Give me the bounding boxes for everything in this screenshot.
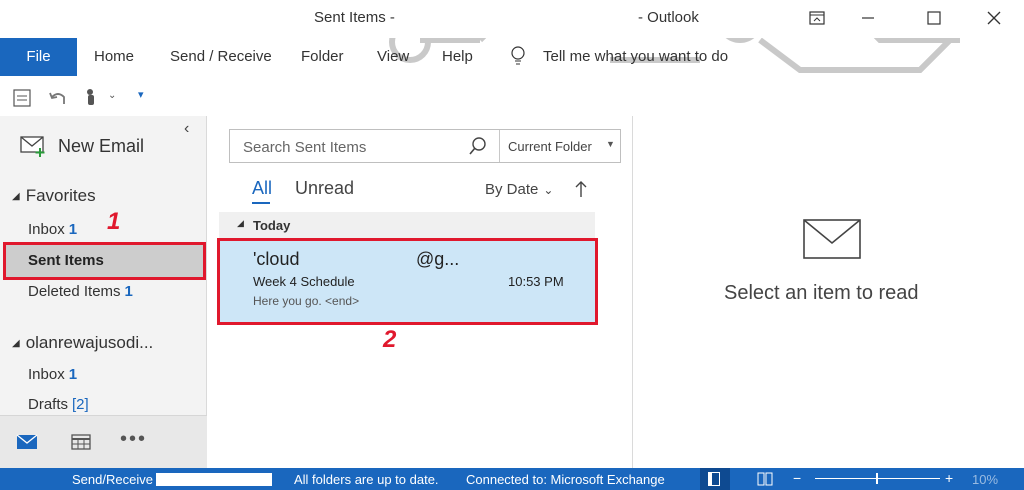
send-receive-all-icon[interactable] <box>12 88 32 108</box>
search-divider <box>499 130 500 162</box>
normal-view-button[interactable] <box>700 468 730 490</box>
send-receive-progress <box>156 473 272 486</box>
account-label: olanrewajusodi... <box>25 333 154 352</box>
status-bar: Send/Receive All folders are up to date.… <box>0 468 1024 490</box>
deleted-items-label: Deleted Items <box>28 283 121 300</box>
collapse-pane-icon[interactable]: ‹ <box>184 120 189 138</box>
sidebar-item-deleted-items[interactable]: Deleted Items 1 <box>0 278 207 306</box>
send-receive-status: Send/Receive <box>72 472 153 487</box>
chevron-down-icon: ⌄ <box>543 182 554 197</box>
sort-dropdown[interactable]: By Date ⌄ <box>485 181 553 198</box>
chevron-down-icon[interactable]: ⌄ <box>108 90 116 101</box>
caret-down-icon: ◢ <box>12 337 20 349</box>
mail-icon[interactable] <box>16 434 38 450</box>
customize-qat-icon[interactable]: ▾ <box>138 88 144 101</box>
annotation-step-2: 2 <box>383 326 397 353</box>
ribbon-display-icon <box>809 11 825 25</box>
account-inbox-count: 1 <box>68 366 78 383</box>
zoom-level[interactable]: 10% <box>972 472 998 487</box>
reading-view-icon[interactable] <box>757 472 773 486</box>
account-header[interactable]: ◢ olanrewajusodi... <box>12 333 153 353</box>
caret-down-icon: ◢ <box>12 190 20 202</box>
inbox-count: 1 <box>68 221 78 238</box>
folder-sync-status: All folders are up to date. <box>294 472 439 487</box>
progress-fill <box>156 473 226 486</box>
window-title-app: - Outlook <box>638 9 699 26</box>
window-title-folder: Sent Items - <box>314 9 395 26</box>
tab-folder[interactable]: Folder <box>301 38 344 76</box>
module-switcher: ••• <box>0 415 207 468</box>
undo-icon[interactable] <box>48 89 68 107</box>
minimize-button[interactable] <box>846 4 890 32</box>
tab-help[interactable]: Help <box>442 38 473 76</box>
maximize-icon <box>927 11 941 25</box>
minimize-icon <box>862 17 874 19</box>
tab-file[interactable]: File <box>0 38 77 76</box>
dropdown-arrow-icon[interactable]: ▼ <box>606 139 615 149</box>
filter-unread-tab[interactable]: Unread <box>295 178 354 199</box>
title-bar: Sent Items - - Outlook <box>0 0 1024 38</box>
annotation-highlight-message <box>217 238 598 325</box>
zoom-in-icon[interactable]: + <box>945 470 953 486</box>
lightbulb-icon <box>511 46 525 65</box>
tab-view[interactable]: View <box>377 38 409 76</box>
touch-mode-icon[interactable] <box>82 87 100 109</box>
tell-me-text: Tell me what you want to do <box>543 47 729 65</box>
filter-all-tab[interactable]: All <box>252 178 272 204</box>
new-email-button[interactable]: New Email <box>20 134 144 158</box>
more-apps-icon[interactable]: ••• <box>120 428 147 451</box>
favorites-label: Favorites <box>25 186 96 205</box>
tell-me-box[interactable]: Tell me what you want to do <box>510 46 728 66</box>
group-today-label: Today <box>253 218 291 233</box>
sidebar-item-account-inbox[interactable]: Inbox 1 <box>0 361 207 389</box>
zoom-out-icon[interactable]: − <box>793 470 801 486</box>
quick-access-toolbar: ⌄ ▾ <box>0 84 1024 112</box>
drafts-count: [2] <box>72 396 89 413</box>
close-icon <box>987 11 1001 25</box>
filter-all-label: All <box>252 178 273 198</box>
ribbon-display-options-button[interactable] <box>795 4 839 32</box>
reading-pane: Select an item to read <box>634 116 1024 468</box>
inbox-label: Inbox <box>28 221 65 238</box>
zoom-slider-thumb[interactable] <box>876 473 878 484</box>
deleted-count: 1 <box>124 283 133 300</box>
search-icon[interactable] <box>468 136 488 156</box>
sidebar-item-inbox[interactable]: Inbox 1 <box>0 216 207 244</box>
maximize-button[interactable] <box>912 4 956 32</box>
caret-down-icon: ◢ <box>237 218 244 228</box>
group-header-today[interactable]: ◢ Today <box>219 212 595 238</box>
new-email-icon <box>20 136 45 157</box>
envelope-icon <box>803 219 861 259</box>
search-input[interactable]: Search Sent Items <box>243 139 366 156</box>
tab-send-receive[interactable]: Send / Receive <box>170 38 272 76</box>
normal-view-icon <box>708 472 720 486</box>
calendar-icon[interactable] <box>71 434 91 450</box>
sort-label: By Date <box>485 181 539 198</box>
reading-pane-empty-text: Select an item to read <box>724 282 919 304</box>
drafts-label: Drafts <box>28 396 69 413</box>
annotation-step-1: 1 <box>107 208 121 235</box>
search-scope-dropdown[interactable]: Current Folder <box>508 139 592 154</box>
filter-all-underline <box>252 202 270 204</box>
annotation-highlight-sent-items <box>3 242 206 280</box>
account-inbox-label: Inbox <box>28 366 65 383</box>
connection-status: Connected to: Microsoft Exchange <box>466 472 665 487</box>
favorites-header[interactable]: ◢ Favorites <box>12 186 96 206</box>
search-box: Search Sent Items Current Folder ▼ <box>229 129 621 163</box>
tab-home[interactable]: Home <box>94 38 134 76</box>
sort-direction-icon[interactable] <box>574 180 588 198</box>
close-button[interactable] <box>972 4 1016 32</box>
new-email-label: New Email <box>58 135 145 156</box>
